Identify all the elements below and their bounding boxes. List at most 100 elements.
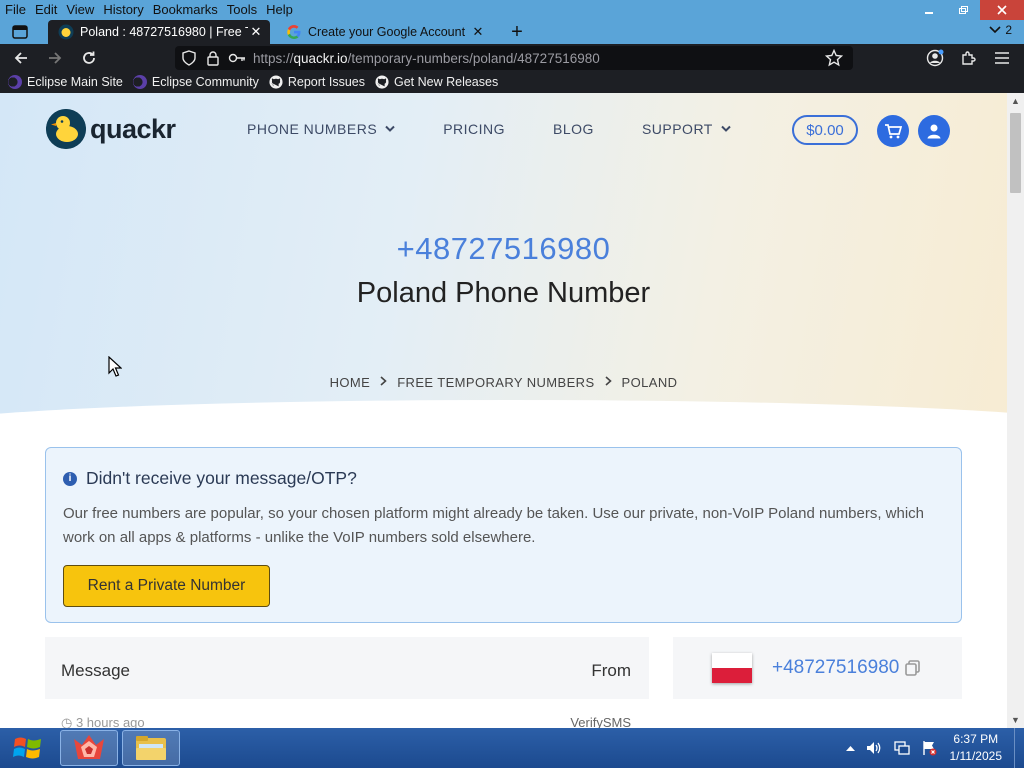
google-favicon-icon bbox=[287, 25, 301, 39]
hero-phone-number: +48727516980 bbox=[396, 231, 611, 266]
system-tray: 6:37 PM 1/11/2025 bbox=[841, 728, 1024, 768]
bookmark-label: Report Issues bbox=[287, 75, 365, 89]
tab-list-button[interactable] bbox=[8, 22, 32, 42]
taskbar-clock[interactable]: 6:37 PM 1/11/2025 bbox=[950, 731, 1003, 765]
network-icon[interactable] bbox=[893, 740, 911, 756]
chevron-down-icon bbox=[385, 125, 395, 132]
nav-label: BLOG bbox=[553, 121, 594, 137]
breadcrumb-free-temporary-numbers[interactable]: FREE TEMPORARY NUMBERS bbox=[397, 375, 594, 390]
tray-overflow-chevron-icon[interactable] bbox=[845, 745, 855, 751]
close-window-button[interactable] bbox=[980, 0, 1024, 20]
page-scrollbar[interactable]: ▲ ▼ bbox=[1007, 93, 1024, 728]
tab-close-icon[interactable]: ✕ bbox=[248, 24, 264, 40]
scroll-down-arrow-icon[interactable]: ▼ bbox=[1007, 712, 1024, 728]
account-button[interactable] bbox=[922, 46, 948, 70]
restore-button[interactable] bbox=[946, 0, 980, 20]
tab-title: Poland : 48727516980 | Free Tem bbox=[80, 25, 248, 39]
tab-title: Create your Google Account bbox=[308, 25, 466, 39]
taskbar-firefox-app[interactable] bbox=[60, 730, 118, 766]
arrow-right-icon bbox=[49, 52, 62, 64]
start-button[interactable] bbox=[6, 731, 50, 765]
menu-bookmarks[interactable]: Bookmarks bbox=[148, 0, 222, 20]
menu-tools[interactable]: Tools bbox=[222, 0, 261, 20]
nav-label: SUPPORT bbox=[641, 121, 713, 137]
main-navigation: PHONE NUMBERS PRICING BLOG SUPPORT bbox=[247, 121, 779, 137]
nav-phone-numbers[interactable]: PHONE NUMBERS bbox=[247, 121, 395, 137]
user-icon bbox=[927, 124, 941, 139]
account-icon bbox=[926, 49, 944, 67]
app-menu-button[interactable] bbox=[989, 46, 1015, 70]
star-icon bbox=[825, 49, 843, 67]
bookmark-label: Eclipse Main Site bbox=[27, 75, 123, 89]
page-title: Poland Phone Number bbox=[356, 277, 651, 309]
bookmark-get-new-releases[interactable]: Get New Releases bbox=[375, 75, 498, 89]
arrow-left-icon bbox=[14, 52, 27, 64]
tab-count-indicator[interactable]: 2 bbox=[989, 23, 1012, 37]
back-button[interactable] bbox=[8, 46, 34, 70]
message-from: VerifySMS bbox=[570, 715, 631, 728]
tab-close-icon[interactable]: ✕ bbox=[470, 24, 486, 40]
scroll-up-arrow-icon[interactable]: ▲ bbox=[1007, 93, 1024, 109]
menu-edit[interactable]: Edit bbox=[30, 0, 61, 20]
taskbar-file-explorer-app[interactable] bbox=[122, 730, 180, 766]
url-domain: quackr.io bbox=[293, 50, 348, 66]
copy-icon[interactable] bbox=[905, 660, 921, 676]
key-icon[interactable] bbox=[227, 48, 247, 68]
cart-button[interactable] bbox=[877, 115, 909, 147]
address-bar[interactable]: https://quackr.io/temporary-numbers/pola… bbox=[175, 46, 853, 70]
eclipse-icon bbox=[8, 75, 22, 89]
rent-private-number-button[interactable]: Rent a Private Number bbox=[63, 565, 270, 607]
chevron-right-icon bbox=[604, 375, 612, 390]
balance-button[interactable]: $0.00 bbox=[792, 115, 858, 145]
lock-icon[interactable] bbox=[203, 48, 223, 68]
forward-button[interactable] bbox=[42, 46, 68, 70]
extensions-button[interactable] bbox=[955, 46, 981, 70]
site-logo[interactable]: quackr bbox=[46, 109, 176, 149]
page-viewport: quackr PHONE NUMBERS PRICING BLOG SUPPOR… bbox=[0, 93, 1007, 728]
plus-icon: + bbox=[511, 21, 523, 43]
breadcrumb-home[interactable]: HOME bbox=[330, 375, 371, 390]
new-tab-button[interactable]: + bbox=[506, 22, 528, 42]
quackr-favicon-icon bbox=[58, 24, 74, 40]
url-scheme: https:// bbox=[253, 50, 294, 66]
menu-help[interactable]: Help bbox=[261, 0, 297, 20]
menu-view[interactable]: View bbox=[61, 0, 98, 20]
menu-file[interactable]: File bbox=[0, 0, 30, 20]
chevron-down-icon bbox=[989, 26, 1001, 34]
notice-heading-text: Didn't receive your message/OTP? bbox=[86, 468, 357, 488]
tab-quackr-poland[interactable]: Poland : 48727516980 | Free Tem ✕ bbox=[48, 20, 270, 44]
account-profile-button[interactable] bbox=[918, 115, 950, 147]
breadcrumb-poland: POLAND bbox=[621, 375, 678, 390]
notice-body: Our free numbers are popular, so your ch… bbox=[63, 505, 925, 546]
bookmark-eclipse-community[interactable]: Eclipse Community bbox=[132, 75, 259, 89]
reload-button[interactable] bbox=[76, 46, 102, 70]
show-desktop-button[interactable] bbox=[1014, 728, 1024, 768]
otp-notice-box: i Didn't receive your message/OTP? Our f… bbox=[45, 447, 962, 623]
puzzle-icon bbox=[962, 51, 976, 65]
bookmark-star-button[interactable] bbox=[821, 46, 847, 70]
notice-heading: i Didn't receive your message/OTP? bbox=[63, 468, 357, 489]
nav-blog[interactable]: BLOG bbox=[553, 121, 594, 137]
bookmark-eclipse-main-site[interactable]: Eclipse Main Site bbox=[8, 75, 123, 89]
mouse-cursor-icon bbox=[108, 356, 122, 377]
clock-time: 6:37 PM bbox=[953, 732, 999, 746]
scrollbar-thumb[interactable] bbox=[1010, 113, 1021, 193]
chevron-right-icon bbox=[380, 375, 387, 390]
tab-google-account[interactable]: Create your Google Account ✕ bbox=[276, 20, 492, 44]
minimize-button[interactable] bbox=[912, 0, 946, 20]
volume-icon[interactable] bbox=[865, 740, 883, 756]
bookmark-report-issues[interactable]: Report Issues bbox=[269, 75, 365, 89]
side-phone-number: +48727516980 bbox=[772, 657, 900, 678]
balance-amount: $0.00 bbox=[806, 121, 844, 139]
clock-icon: ◷ bbox=[61, 715, 76, 728]
nav-pricing[interactable]: PRICING bbox=[443, 121, 505, 137]
nav-label: PHONE NUMBERS bbox=[247, 121, 378, 137]
windows-logo-icon bbox=[13, 737, 41, 759]
menu-history[interactable]: History bbox=[98, 0, 147, 20]
nav-support[interactable]: SUPPORT bbox=[642, 121, 731, 137]
action-center-flag-icon[interactable] bbox=[921, 740, 937, 756]
navigation-toolbar: https://quackr.io/temporary-numbers/pola… bbox=[0, 44, 1024, 71]
message-time: ◷ 3 hours ago bbox=[61, 715, 145, 728]
rent-button-label: Rent a Private Number bbox=[87, 577, 246, 594]
shield-icon[interactable] bbox=[179, 48, 199, 68]
